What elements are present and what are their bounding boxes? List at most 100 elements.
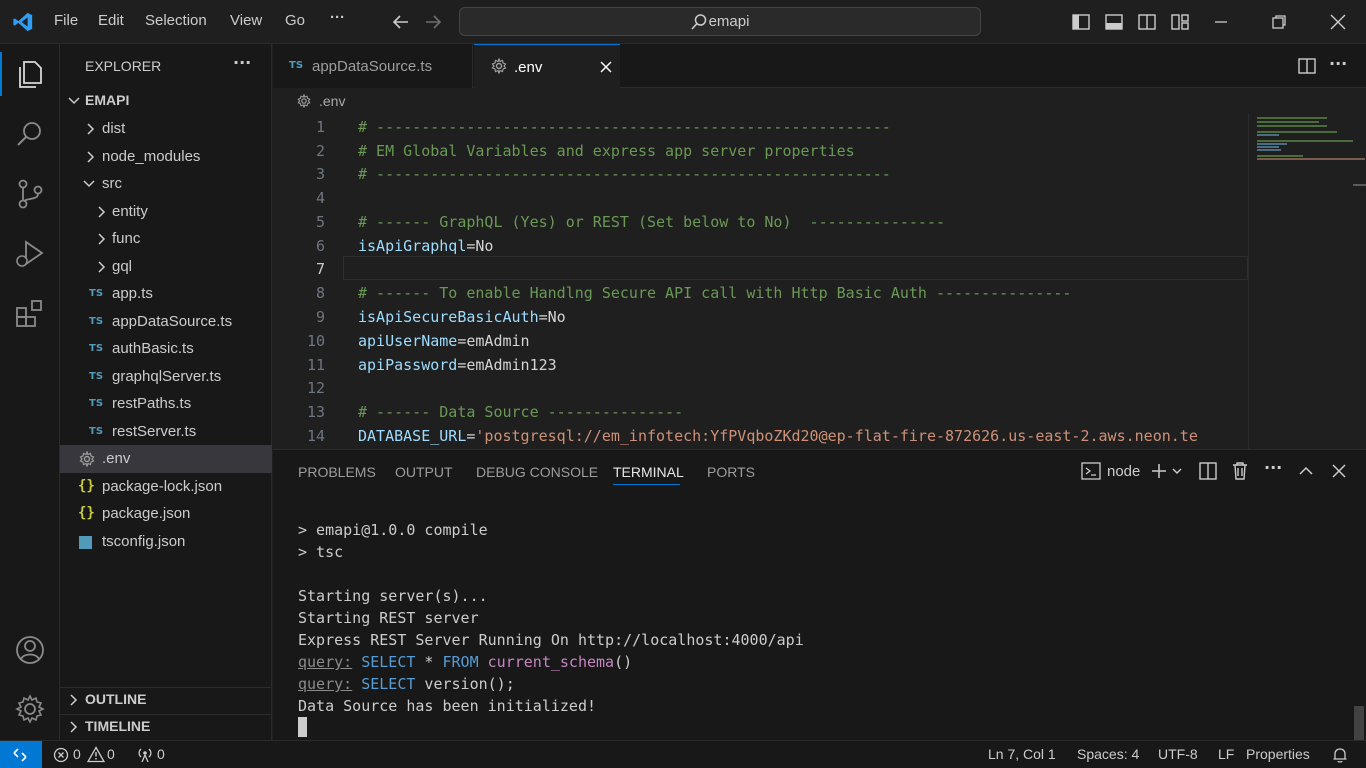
minimap[interactable]: [1248, 113, 1366, 449]
tab-output[interactable]: OUTPUT: [395, 464, 453, 480]
encoding[interactable]: UTF-8: [1158, 746, 1198, 762]
code-line: # --------------------------------------…: [358, 165, 891, 183]
menu-go[interactable]: Go: [285, 12, 305, 29]
bell-icon[interactable]: [1331, 746, 1349, 764]
run-debug-icon[interactable]: [12, 236, 48, 272]
editor-more-actions[interactable]: ···: [1329, 54, 1347, 73]
menu-more[interactable]: ···: [330, 9, 345, 26]
tree-item-appdatasource-ts[interactable]: TS appDataSource.ts: [60, 309, 272, 336]
tab-terminal[interactable]: TERMINAL: [613, 464, 684, 480]
terminal-scrollbar[interactable]: [1354, 706, 1364, 740]
timeline-section[interactable]: TIMELINE: [60, 714, 272, 741]
search-text: emapi: [708, 13, 750, 30]
tab-ports[interactable]: PORTS: [707, 464, 755, 480]
menu-file[interactable]: File: [54, 12, 78, 29]
new-terminal-plus-icon[interactable]: [1149, 461, 1169, 481]
json-file-icon: {}: [78, 478, 95, 494]
tree-item-restpaths-ts[interactable]: TS restPaths.ts: [60, 391, 272, 418]
tree-item-gql[interactable]: gql: [60, 254, 272, 281]
tab-appdatasource-ts[interactable]: TS appDataSource.ts: [273, 44, 473, 88]
maximize-panel-icon[interactable]: [1297, 462, 1315, 480]
tab-env[interactable]: .env: [474, 44, 620, 89]
chevron-right-icon: [96, 259, 108, 275]
gear-icon[interactable]: [12, 691, 48, 727]
tab-problems[interactable]: PROBLEMS: [298, 464, 376, 480]
ports-broadcast-icon[interactable]: [136, 746, 154, 764]
warning-icon[interactable]: [87, 746, 105, 763]
split-editor-icon[interactable]: [1297, 57, 1317, 75]
tree-item-entity[interactable]: entity: [60, 199, 272, 226]
tree-label: restServer.ts: [112, 423, 197, 440]
tab-debug-console[interactable]: DEBUG CONSOLE: [476, 464, 598, 480]
code-operator: =: [538, 308, 548, 326]
panel-more-actions[interactable]: ···: [1264, 458, 1282, 477]
terminal-name[interactable]: node: [1107, 463, 1140, 480]
trash-icon[interactable]: [1231, 461, 1249, 481]
search-view-icon[interactable]: [12, 116, 48, 152]
tree-item-restserver-ts[interactable]: TS restServer.ts: [60, 419, 272, 446]
toggle-panel-icon[interactable]: [1104, 12, 1124, 32]
tree-item-graphqlserver-ts[interactable]: TS graphqlServer.ts: [60, 364, 272, 391]
error-icon[interactable]: [53, 747, 69, 763]
back-arrow-icon[interactable]: [391, 12, 411, 32]
tree-item-env[interactable]: .env: [60, 445, 272, 473]
tree-root-emapi[interactable]: EMAPI: [60, 88, 272, 115]
code-editor[interactable]: 1 2 3 4 5 6 7 8 9 10 11 12 13 14 # -----…: [273, 113, 1366, 449]
tree-item-dist[interactable]: dist: [60, 116, 272, 143]
tree-item-node-modules[interactable]: node_modules: [60, 144, 272, 171]
explorer-icon[interactable]: [12, 56, 48, 92]
outline-section[interactable]: OUTLINE: [60, 687, 272, 714]
code-comment: # ------ Data Source ---------------: [358, 403, 684, 421]
explorer-more-actions[interactable]: ···: [233, 53, 251, 72]
forward-arrow-icon[interactable]: [423, 12, 443, 32]
close-panel-icon[interactable]: [1330, 462, 1348, 480]
end-of-line[interactable]: LF: [1218, 746, 1234, 762]
typescript-file-icon: TS: [289, 60, 304, 71]
menu-selection[interactable]: Selection: [145, 12, 207, 29]
error-count[interactable]: 0: [73, 746, 81, 762]
minimap-line: [1257, 117, 1327, 119]
language-mode[interactable]: Properties: [1246, 746, 1310, 762]
breadcrumb-file[interactable]: .env: [319, 93, 345, 109]
ports-count[interactable]: 0: [157, 746, 165, 762]
cursor-position[interactable]: Ln 7, Col 1: [988, 746, 1056, 762]
split-terminal-icon[interactable]: [1199, 462, 1217, 480]
chevron-right-icon: [68, 692, 80, 708]
extensions-icon[interactable]: [12, 296, 48, 332]
remote-indicator[interactable]: [0, 741, 42, 768]
close-tab-icon[interactable]: [598, 59, 614, 75]
minimap-line: [1257, 158, 1365, 160]
tree-item-app-ts[interactable]: TS app.ts: [60, 281, 272, 308]
tree-item-authbasic-ts[interactable]: TS authBasic.ts: [60, 336, 272, 363]
line-number: 12: [306, 379, 325, 397]
tree-item-package-json[interactable]: {} package.json: [60, 501, 272, 528]
code-value: emAdmin: [466, 332, 530, 350]
query-label: query:: [298, 675, 353, 693]
timeline-label: TIMELINE: [85, 718, 151, 734]
minimize-icon[interactable]: [1212, 13, 1230, 31]
source-control-icon[interactable]: [12, 176, 48, 212]
warning-count[interactable]: 0: [107, 746, 115, 762]
code-value: No: [475, 237, 494, 255]
indentation[interactable]: Spaces: 4: [1077, 746, 1139, 762]
customize-layout-icon[interactable]: [1170, 12, 1190, 32]
tree-item-tsconfig-json[interactable]: tsconfig.json: [60, 529, 272, 556]
accounts-icon[interactable]: [12, 632, 48, 668]
tree-item-src[interactable]: src: [60, 171, 272, 198]
restore-icon[interactable]: [1270, 13, 1288, 31]
line-number: 11: [306, 356, 325, 374]
line-number: 13: [306, 403, 325, 421]
code-line: # ------ Data Source ---------------: [358, 403, 683, 421]
menu-edit[interactable]: Edit: [98, 12, 124, 29]
chevron-down-icon[interactable]: [1171, 464, 1183, 478]
toggle-sidebar-icon[interactable]: [1071, 12, 1091, 32]
tree-item-func[interactable]: func: [60, 226, 272, 253]
remote-icon: [12, 747, 28, 763]
menu-view[interactable]: View: [230, 12, 262, 29]
toggle-secondary-sidebar-icon[interactable]: [1137, 12, 1157, 32]
command-center-search[interactable]: emapi: [459, 7, 981, 36]
close-window-icon[interactable]: [1328, 12, 1348, 32]
typescript-file-icon: TS: [89, 426, 104, 437]
tree-item-package-lock-json[interactable]: {} package-lock.json: [60, 474, 272, 501]
code-key: isApiSecureBasicAuth: [358, 308, 539, 326]
